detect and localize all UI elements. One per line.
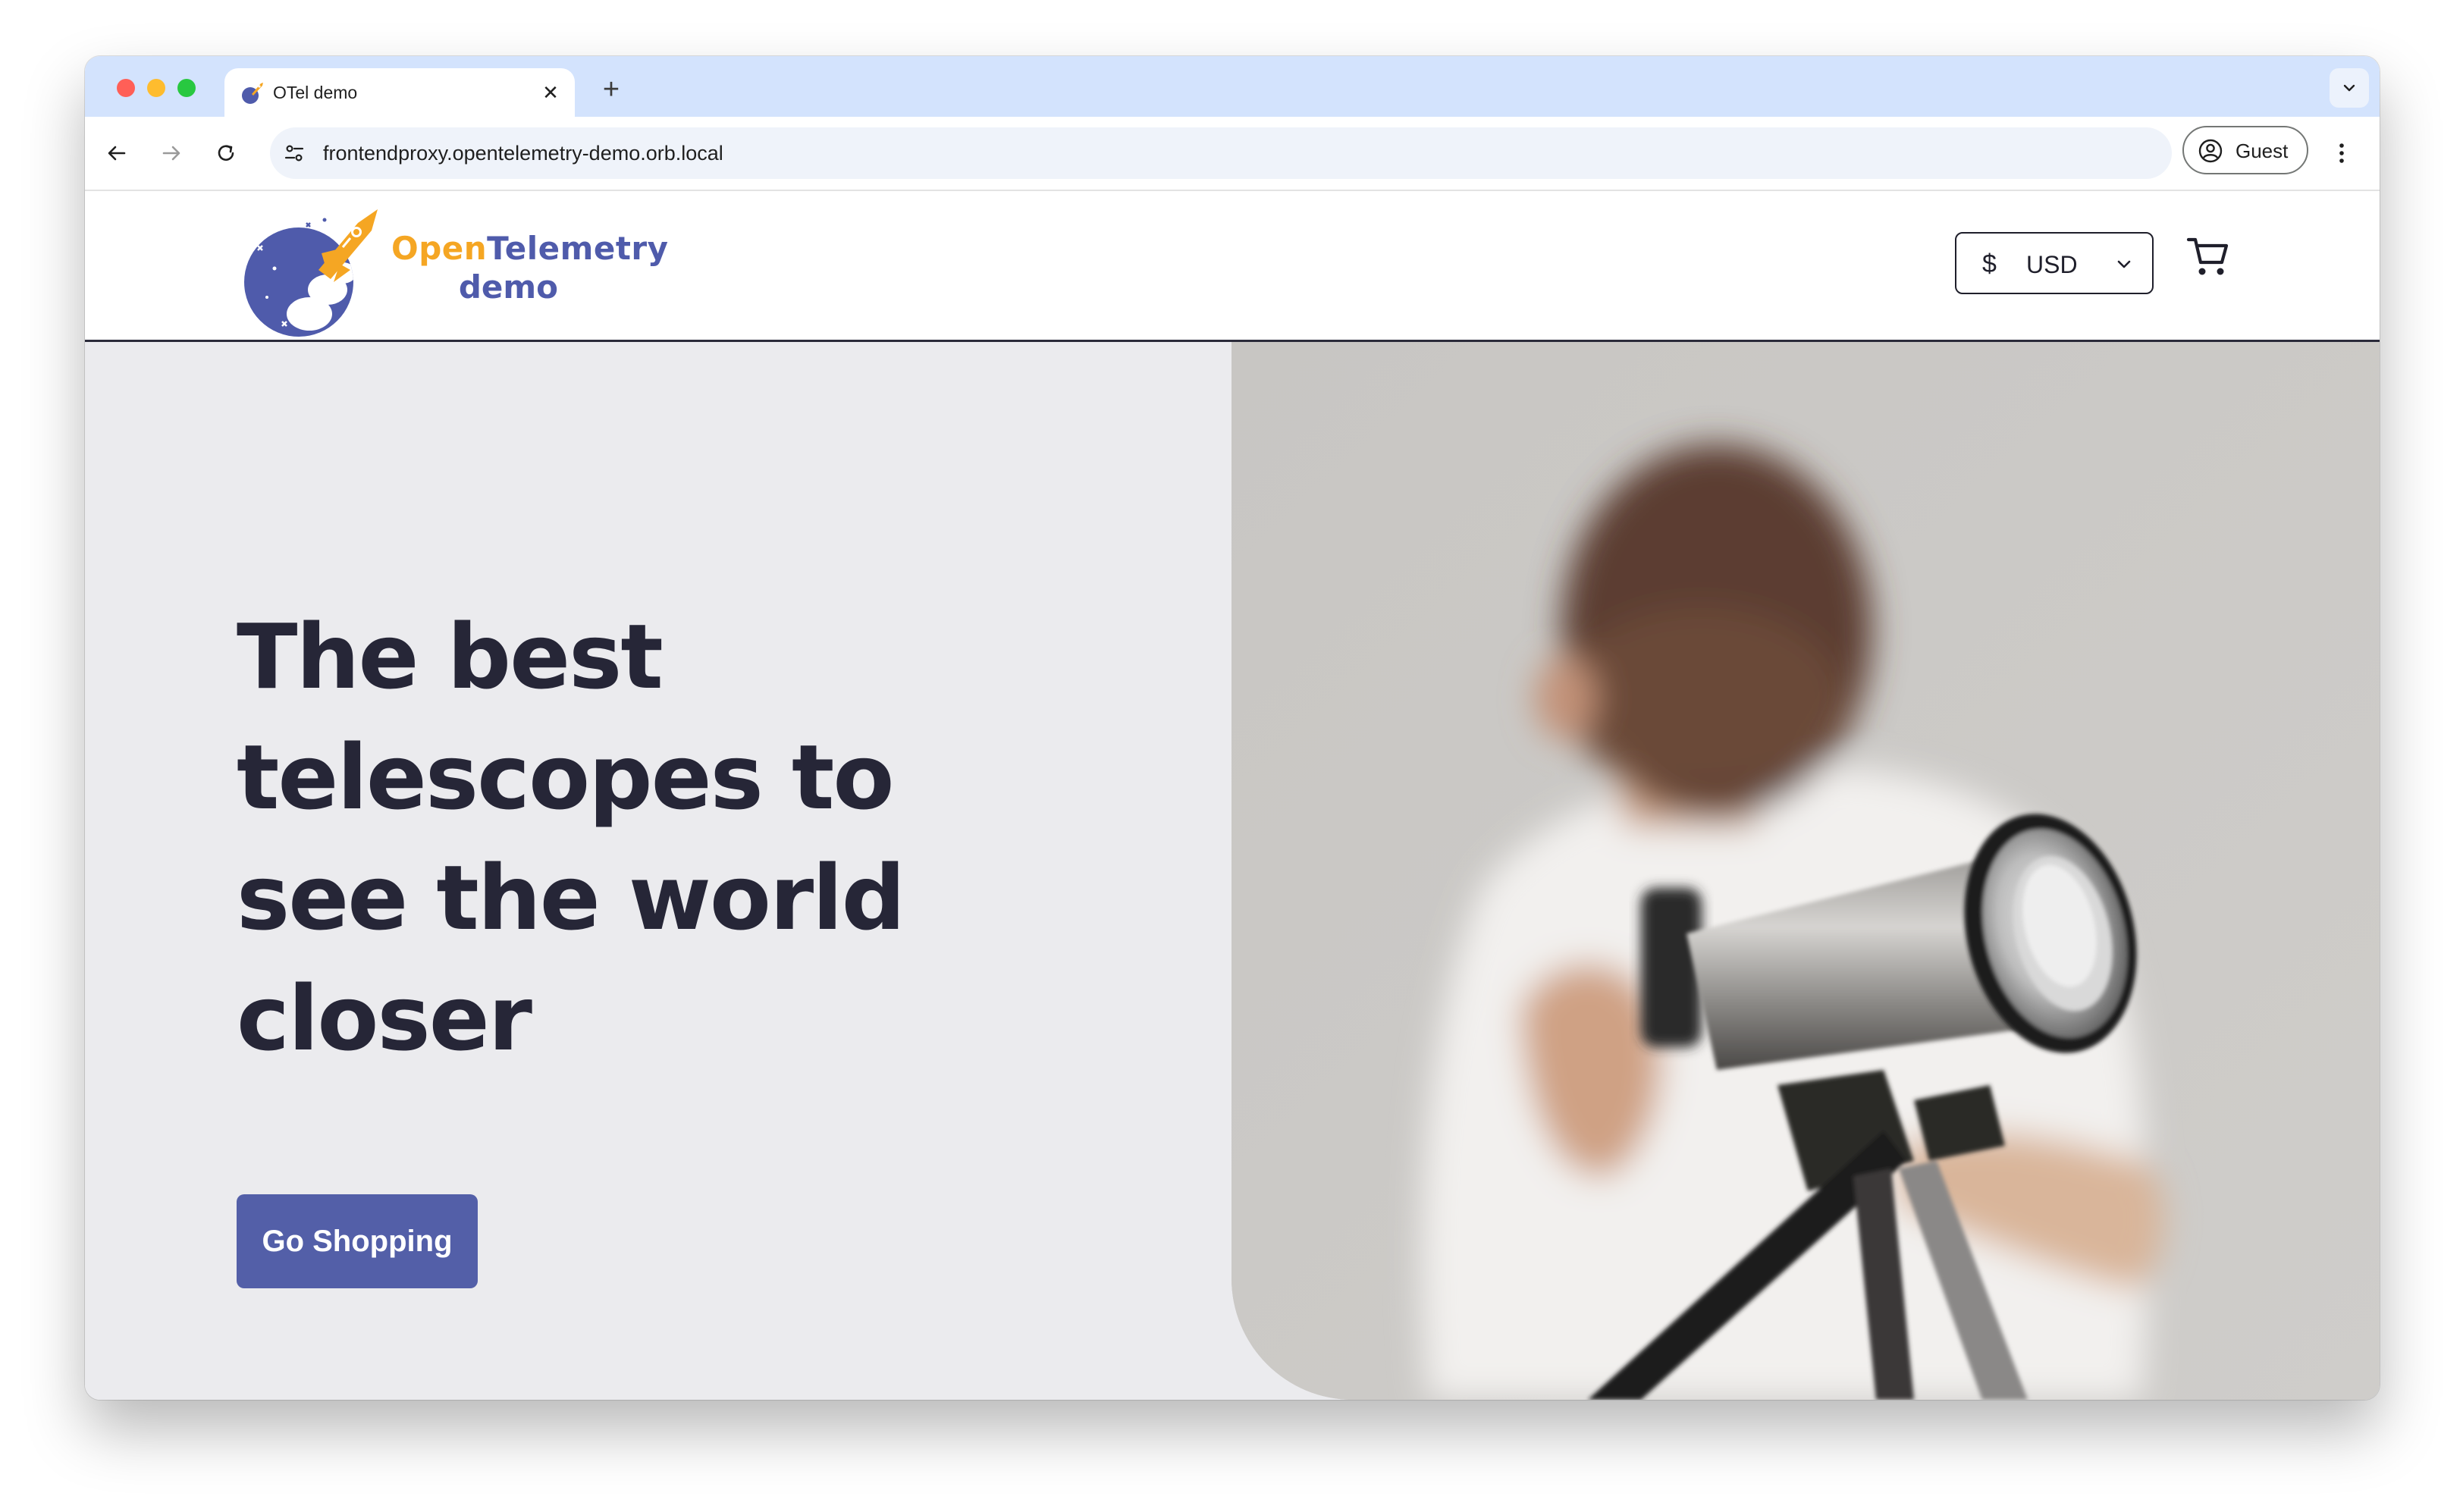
reload-button[interactable] [208,135,244,171]
more-vertical-icon [2339,143,2344,163]
arrow-left-icon [108,146,126,161]
site-header: OpenTelemetry demo $ USD [85,191,2380,342]
otel-rocket-logo[interactable] [237,200,388,337]
forward-button[interactable] [153,135,190,171]
arrow-right-icon [162,146,180,161]
brand-line-1: OpenTelemetry [391,229,668,268]
maximize-window-button[interactable] [177,79,196,97]
currency-symbol: $ [1982,249,1997,278]
browser-menu-button[interactable] [2325,135,2358,171]
hero-title: The best telescopes to see the world clo… [237,604,905,1071]
brand-demo-text: demo [458,268,558,306]
reload-icon [218,145,234,161]
url-text: frontendproxy.opentelemetry-demo.orb.loc… [323,142,723,165]
chevron-down-icon [2117,260,2131,268]
back-button[interactable] [99,135,135,171]
site-settings-icon[interactable] [282,141,306,165]
browser-toolbar: frontendproxy.opentelemetry-demo.orb.loc… [85,117,2380,191]
profile-label: Guest [2236,140,2289,162]
user-circle-icon [2198,139,2223,163]
minimize-window-button[interactable] [147,79,165,97]
brand-open-text: Open [391,230,488,267]
go-shopping-button[interactable]: Go Shopping [237,1194,478,1288]
hero-section: The best telescopes to see the world clo… [85,342,2380,1400]
close-icon[interactable]: ✕ [540,81,561,104]
close-window-button[interactable] [117,79,135,97]
tab-title: OTel demo [273,83,358,102]
shopping-cart-icon[interactable] [2185,234,2231,279]
profile-button[interactable]: Guest [2182,126,2308,174]
tab-search-button[interactable] [2330,68,2369,108]
browser-window: OTel demo ✕ + frontendproxy.opentelemetr… [85,56,2380,1400]
rocket-favicon-icon [242,83,263,104]
hero-image-child-with-telescope [1232,342,2380,1400]
address-bar[interactable]: frontendproxy.opentelemetry-demo.orb.loc… [270,127,2172,179]
currency-code: USD [2026,251,2078,278]
currency-selector[interactable]: $ USD [1955,232,2154,294]
brand-wordmark[interactable]: OpenTelemetry demo [391,229,668,306]
brand-telemetry-text: Telemetry [487,230,669,267]
tab-strip: OTel demo ✕ + [85,56,2380,117]
hero-photo [1232,342,2380,1400]
chevron-down-icon [2343,84,2355,92]
new-tab-button[interactable]: + [595,73,628,106]
tab-otel-demo[interactable]: OTel demo ✕ [224,68,575,117]
